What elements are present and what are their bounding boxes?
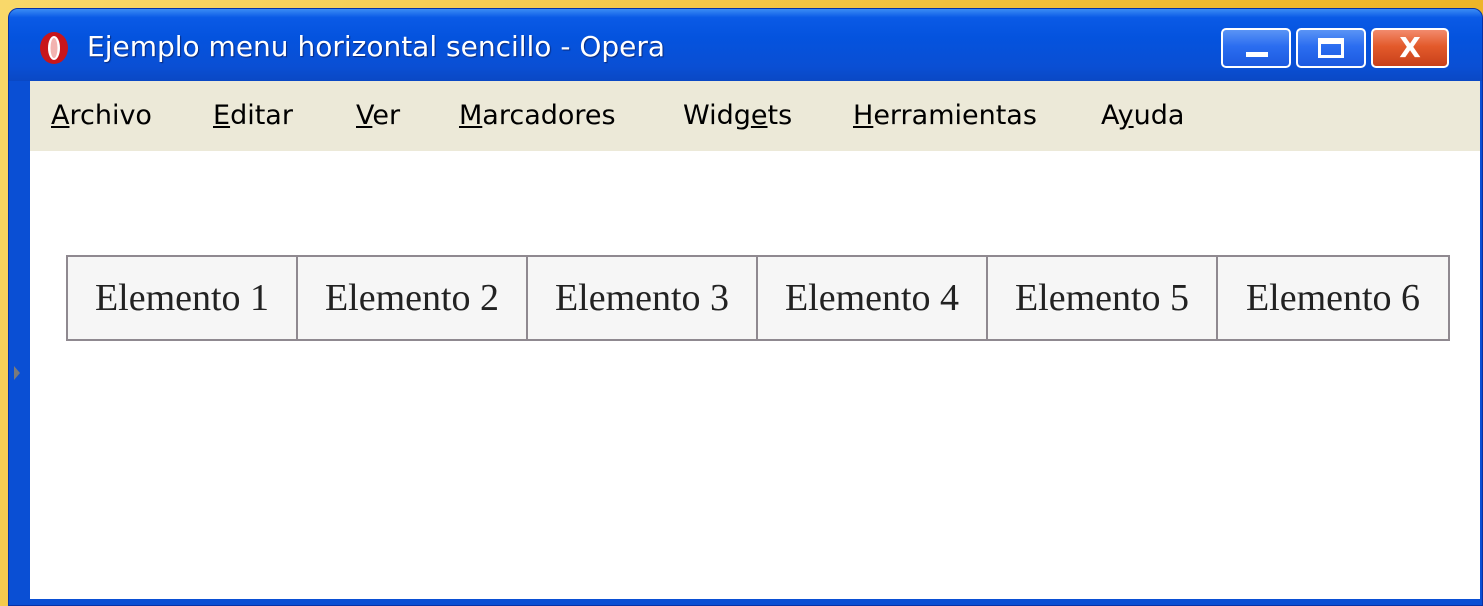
close-button[interactable]: X	[1371, 28, 1449, 68]
menu-herramientas[interactable]: Herramientas	[853, 98, 1037, 134]
menu-ayuda[interactable]: Ayuda	[1101, 98, 1184, 134]
minimize-button[interactable]	[1221, 28, 1291, 68]
menu-archivo[interactable]: Archivo	[51, 98, 152, 134]
desktop: Ejemplo menu horizontal sencillo - Opera…	[0, 0, 1483, 606]
minimize-icon	[1246, 52, 1268, 57]
horizontal-menu: Elemento 1 Elemento 2 Elemento 3 Element…	[66, 255, 1450, 341]
window-title: Ejemplo menu horizontal sencillo - Opera	[87, 30, 666, 63]
client-area: Archivo Editar Ver Marcadores Widgets He…	[30, 81, 1480, 599]
menu-marcadores[interactable]: Marcadores	[459, 98, 616, 134]
opera-icon	[40, 32, 68, 64]
title-bar[interactable]: Ejemplo menu horizontal sencillo - Opera…	[9, 9, 1482, 81]
browser-window: Ejemplo menu horizontal sencillo - Opera…	[8, 8, 1483, 606]
menu-widgets[interactable]: Widgets	[683, 98, 792, 134]
menu-element-1[interactable]: Elemento 1	[68, 257, 298, 339]
maximize-icon	[1318, 38, 1344, 58]
menu-bar: Archivo Editar Ver Marcadores Widgets He…	[30, 81, 1480, 151]
panel-toggle-icon[interactable]	[12, 362, 22, 384]
page-content: Elemento 1 Elemento 2 Elemento 3 Element…	[30, 151, 1480, 599]
menu-element-4[interactable]: Elemento 4	[758, 257, 988, 339]
menu-element-3[interactable]: Elemento 3	[528, 257, 758, 339]
menu-element-6[interactable]: Elemento 6	[1218, 257, 1448, 339]
menu-element-5[interactable]: Elemento 5	[988, 257, 1218, 339]
menu-element-2[interactable]: Elemento 2	[298, 257, 528, 339]
menu-editar[interactable]: Editar	[213, 98, 293, 134]
maximize-button[interactable]	[1296, 28, 1366, 68]
close-icon: X	[1399, 31, 1421, 64]
menu-ver[interactable]: Ver	[356, 98, 400, 134]
